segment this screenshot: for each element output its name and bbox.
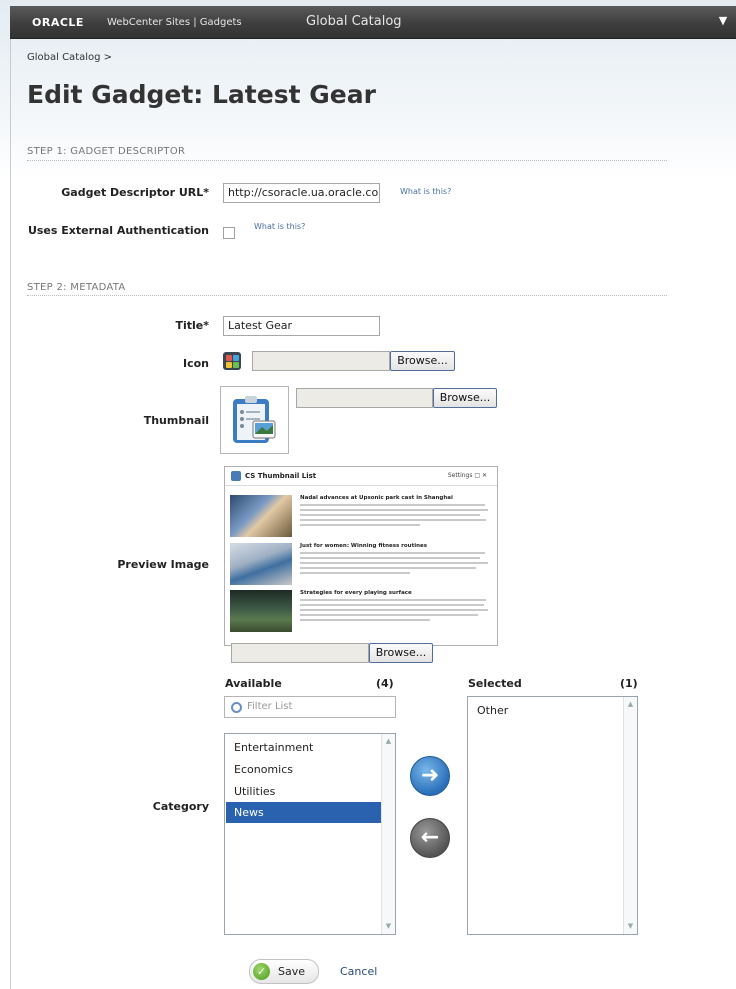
preview-browse-button[interactable]: Browse... [369, 643, 433, 663]
cancel-link[interactable]: Cancel [340, 965, 377, 978]
checkmark-icon: ✓ [253, 963, 270, 980]
preview-file-field[interactable] [231, 643, 369, 663]
move-right-button[interactable]: ➜ [410, 756, 450, 796]
filter-placeholder: Filter List [247, 701, 293, 712]
move-left-button[interactable]: ← [410, 818, 450, 858]
save-label: Save [278, 965, 306, 978]
section-title: Global Catalog [306, 14, 402, 29]
icon-file-field[interactable] [252, 351, 390, 371]
icon-label: Icon [182, 357, 209, 370]
top-bar: ORACLE WebCenter Sites | Gadgets Global … [10, 6, 736, 39]
preview-image-label: Preview Image [117, 558, 209, 571]
selected-label: Selected [468, 677, 522, 690]
preview-item: Just for women: Winning fitness routines [230, 543, 492, 585]
preview-item-title: Strategies for every playing surface [300, 590, 412, 596]
menu-dropdown-icon[interactable]: ▼ [716, 14, 730, 30]
list-item[interactable]: Utilities [226, 781, 381, 802]
preview-item-title: Nadal advances at Upsonic park cast in S… [300, 495, 453, 501]
descriptor-url-input[interactable]: http://csoracle.ua.oracle.com:8 [223, 183, 380, 203]
breadcrumb[interactable]: Global Catalog > [27, 52, 112, 63]
selected-scrollbar[interactable]: ▲ ▼ [623, 697, 637, 934]
preview-settings: Settings □ ✕ [447, 472, 487, 479]
preview-item-title: Just for women: Winning fitness routines [300, 543, 428, 549]
filter-list-input[interactable]: Filter List [224, 696, 396, 718]
page: ORACLE WebCenter Sites | Gadgets Global … [0, 0, 736, 989]
external-auth-label: Uses External Authentication [27, 224, 209, 237]
scroll-down-icon[interactable]: ▼ [626, 922, 635, 931]
preview-item: Strategies for every playing surface [230, 590, 492, 632]
gadget-icon-preview [223, 352, 241, 370]
descriptor-url-label: Gadget Descriptor URL* [61, 186, 209, 199]
thumbnail-browse-button[interactable]: Browse... [433, 388, 497, 408]
preview-header: CS Thumbnail List Settings □ ✕ [225, 467, 497, 486]
external-auth-help-link[interactable]: What is this? [254, 222, 305, 231]
list-item[interactable]: Entertainment [226, 737, 381, 758]
external-auth-checkbox[interactable] [223, 227, 235, 239]
available-scrollbar[interactable]: ▲ ▼ [381, 734, 395, 934]
step2-heading: STEP 2: METADATA [27, 282, 126, 293]
tennis-court-image [230, 590, 292, 632]
preview-item: Nadal advances at Upsonic park cast in S… [230, 495, 492, 537]
title-input[interactable]: Latest Gear [223, 316, 380, 336]
list-item[interactable]: Economics [226, 759, 381, 780]
thumbnail-label: Thumbnail [143, 414, 209, 427]
preview-settings-label: Settings [447, 472, 473, 479]
left-border [10, 38, 11, 989]
step1-divider [27, 160, 667, 161]
selected-count: (1) [620, 677, 638, 690]
descriptor-url-help-link[interactable]: What is this? [400, 187, 451, 196]
product-name: WebCenter Sites | Gadgets [107, 17, 242, 28]
title-label: Title* [175, 319, 209, 332]
preview-image: CS Thumbnail List Settings □ ✕ Nadal adv… [224, 466, 498, 646]
thumbnail-file-field[interactable] [296, 388, 433, 408]
clipboard-icon [233, 396, 276, 443]
gadget-logo-icon [231, 471, 241, 481]
scroll-up-icon[interactable]: ▲ [384, 737, 393, 746]
fitness-class-image [230, 543, 292, 585]
page-title: Edit Gadget: Latest Gear [27, 80, 376, 109]
scroll-down-icon[interactable]: ▼ [384, 922, 393, 931]
icon-browse-button[interactable]: Browse... [390, 351, 455, 371]
step2-divider [27, 295, 667, 296]
list-item[interactable]: Other [469, 700, 624, 721]
search-icon [231, 702, 242, 713]
tennis-player-image [230, 495, 292, 537]
available-list[interactable]: Entertainment Economics Utilities News ▲… [224, 733, 396, 935]
available-label: Available [225, 677, 282, 690]
category-label: Category [152, 800, 209, 813]
thumbnail-image [220, 386, 289, 454]
list-item-selected[interactable]: News [226, 802, 381, 823]
step1-heading: STEP 1: GADGET DESCRIPTOR [27, 146, 186, 157]
scroll-up-icon[interactable]: ▲ [626, 700, 635, 709]
oracle-logo: ORACLE [32, 16, 84, 29]
save-button[interactable]: ✓ Save [249, 959, 319, 984]
selected-list[interactable]: Other ▲ ▼ [467, 696, 638, 935]
preview-header-title: CS Thumbnail List [245, 472, 317, 480]
available-count: (4) [376, 677, 394, 690]
